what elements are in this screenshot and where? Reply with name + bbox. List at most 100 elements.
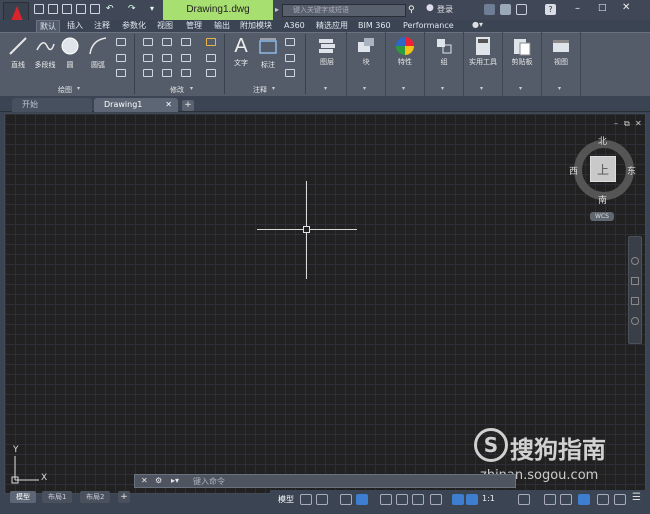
tab-close-icon[interactable]: ✕: [165, 98, 172, 112]
tab-bim360[interactable]: BIM 360: [358, 20, 391, 32]
tab-manage[interactable]: 管理: [186, 20, 202, 32]
help-icon[interactable]: ?: [545, 4, 556, 15]
move-icon[interactable]: [143, 38, 153, 46]
array-icon[interactable]: [181, 69, 191, 77]
search-input[interactable]: 键入关键字或短语: [282, 4, 406, 17]
units-icon[interactable]: [560, 494, 572, 505]
layers-button[interactable]: 图层 ▾: [307, 32, 347, 96]
object-snap-tracking-icon[interactable]: [396, 494, 408, 505]
compass-east[interactable]: 东: [627, 164, 636, 177]
modify-panel-label[interactable]: 修改: [170, 85, 184, 95]
model-space-button[interactable]: 模型: [278, 494, 294, 505]
a360-icon[interactable]: [516, 4, 527, 15]
annotation-panel-expand-icon[interactable]: ▾: [272, 85, 275, 92]
annotation-panel-label[interactable]: 注释: [253, 85, 267, 95]
hatch-icon[interactable]: [116, 54, 126, 62]
clipboard-button[interactable]: 剪贴板 ▾: [502, 32, 542, 96]
tab-output[interactable]: 输出: [214, 20, 230, 32]
tab-addins[interactable]: 附加模块: [240, 20, 272, 32]
command-input[interactable]: 键入命令: [193, 476, 225, 487]
save-icon[interactable]: [62, 4, 72, 14]
new-file-icon[interactable]: [34, 4, 44, 14]
dimension-button[interactable]: 标注: [256, 36, 280, 70]
open-file-icon[interactable]: [48, 4, 58, 14]
line-button[interactable]: 直线: [6, 36, 30, 70]
connect-icon[interactable]: [500, 4, 511, 15]
binoculars-icon[interactable]: ⚲: [408, 4, 418, 16]
tab-home[interactable]: 默认: [36, 20, 60, 32]
zoom-icon[interactable]: [631, 297, 639, 305]
draw-panel-label[interactable]: 绘图: [58, 85, 72, 95]
hardware-acceleration-icon[interactable]: [597, 494, 609, 505]
erase-icon[interactable]: [206, 38, 216, 46]
login-link[interactable]: 登录: [437, 0, 453, 20]
cmd-history-icon[interactable]: ▸▾: [171, 476, 179, 485]
text-button[interactable]: A 文字: [229, 36, 253, 68]
copy-icon[interactable]: [143, 54, 153, 62]
tab-annotate[interactable]: 注释: [94, 20, 110, 32]
draw-panel-expand-icon[interactable]: ▾: [77, 85, 80, 92]
rectangle-icon[interactable]: [116, 38, 126, 46]
clean-screen-icon[interactable]: [614, 494, 626, 505]
view-button[interactable]: 视图 ▾: [541, 32, 581, 96]
steering-wheel-icon[interactable]: [631, 257, 639, 265]
lineweight-icon[interactable]: [430, 494, 442, 505]
ortho-icon[interactable]: [340, 494, 352, 505]
tab-parametric[interactable]: 参数化: [122, 20, 146, 32]
tab-featured-apps[interactable]: 精选应用: [316, 20, 348, 32]
isodraft-icon[interactable]: [380, 494, 392, 505]
mirror-icon[interactable]: [162, 54, 172, 62]
tab-model[interactable]: 模型: [10, 491, 36, 503]
utilities-button[interactable]: 实用工具 ▾: [463, 32, 503, 96]
rotate-icon[interactable]: [162, 38, 172, 46]
osnap-icon[interactable]: [412, 494, 424, 505]
navigation-bar[interactable]: [628, 236, 642, 344]
modify-panel-expand-icon[interactable]: ▾: [190, 85, 193, 92]
new-tab-icon[interactable]: +: [182, 100, 194, 111]
viewport-minimize-icon[interactable]: –: [614, 119, 618, 128]
trim-icon[interactable]: [181, 38, 191, 46]
snap-icon[interactable]: [316, 494, 328, 505]
cmd-close-icon[interactable]: ✕: [141, 476, 148, 485]
stretch-icon[interactable]: [143, 69, 153, 77]
table-icon[interactable]: [285, 69, 295, 77]
group-button[interactable]: 组 ▾: [424, 32, 464, 96]
tab-insert[interactable]: 插入: [67, 20, 83, 32]
annotation-visibility-icon[interactable]: [452, 494, 464, 505]
properties-button[interactable]: 特性 ▾: [385, 32, 425, 96]
minimize-icon[interactable]: –: [575, 3, 580, 14]
viewport-close-icon[interactable]: ✕: [635, 119, 642, 128]
redo-icon[interactable]: ↷: [128, 4, 136, 14]
qat-dropdown-icon[interactable]: ▾: [150, 4, 154, 13]
fillet-icon[interactable]: [181, 54, 191, 62]
viewport-restore-icon[interactable]: ⧉: [624, 119, 630, 129]
print-icon[interactable]: [90, 4, 100, 14]
ribbon-options-icon[interactable]: ●▾: [472, 20, 483, 29]
command-line[interactable]: ✕ ⚙ ▸▾ 键入命令: [134, 474, 516, 488]
explode-icon[interactable]: [206, 54, 216, 62]
linear-dim-icon[interactable]: [285, 38, 295, 46]
undo-icon[interactable]: ↶: [106, 4, 114, 14]
block-button[interactable]: 块 ▾: [346, 32, 386, 96]
polyline-button[interactable]: 多段线: [32, 36, 58, 70]
leader-icon[interactable]: [285, 54, 295, 62]
scale-icon[interactable]: [162, 69, 172, 77]
compass-south[interactable]: 南: [598, 193, 607, 206]
tab-view[interactable]: 视图: [157, 20, 173, 32]
tab-layout2[interactable]: 布局2: [80, 491, 111, 503]
workspace-gear-icon[interactable]: [518, 494, 530, 505]
polar-icon[interactable]: [356, 494, 368, 505]
annotation-monitor-icon[interactable]: [544, 494, 556, 505]
viewcube-top-face[interactable]: 上: [590, 156, 616, 182]
compass-west[interactable]: 西: [569, 164, 578, 177]
save-as-icon[interactable]: [76, 4, 86, 14]
tab-a360[interactable]: A360: [284, 20, 305, 32]
exchange-icon[interactable]: [484, 4, 495, 15]
customization-menu-icon[interactable]: ☰: [632, 492, 641, 503]
add-layout-icon[interactable]: +: [118, 491, 130, 503]
cmd-settings-icon[interactable]: ⚙: [155, 476, 162, 485]
circle-button[interactable]: 圆: [58, 36, 82, 70]
wcs-menu[interactable]: WCS: [590, 212, 614, 221]
annotation-scale[interactable]: 1:1: [482, 494, 495, 503]
compass-north[interactable]: 北: [598, 134, 607, 147]
